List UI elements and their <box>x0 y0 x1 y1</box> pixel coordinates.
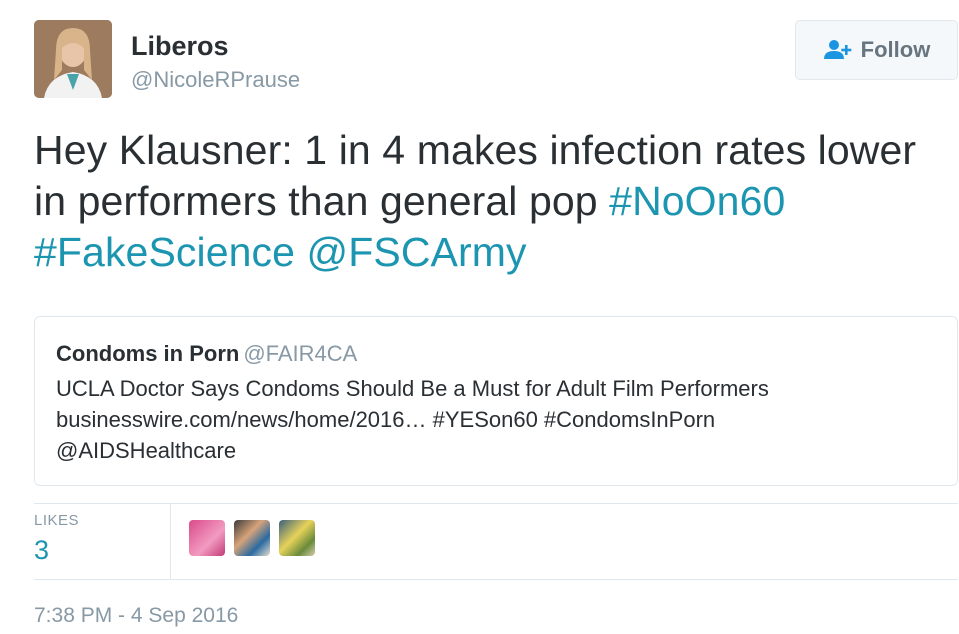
quoted-tweet-header: Condoms in Porn @FAIR4CA <box>56 339 937 369</box>
author-screen-name[interactable]: @NicoleRPrause <box>131 66 300 94</box>
stats-bottom-divider <box>34 579 958 580</box>
liker-avatar[interactable] <box>189 520 225 556</box>
quoted-text-line: businesswire.com/news/home/2016… #YESon6… <box>56 407 716 432</box>
likes-count[interactable]: 3 <box>34 535 79 566</box>
hashtag-link[interactable]: #FakeScience <box>34 229 295 275</box>
add-user-icon <box>823 39 853 61</box>
tweet-timestamp[interactable]: 7:38 PM - 4 Sep 2016 <box>34 602 238 630</box>
likes-stat[interactable]: LIKES 3 <box>34 512 79 566</box>
liker-avatar[interactable] <box>234 520 270 556</box>
follow-button-label: Follow <box>860 37 931 62</box>
follow-button[interactable]: Follow <box>795 20 958 80</box>
hashtag-link[interactable]: #NoOn60 <box>609 178 785 224</box>
quoted-text-line: @AIDSHealthcare <box>56 438 237 463</box>
quoted-text-line: UCLA Doctor Says Condoms Should Be a Mus… <box>56 376 769 401</box>
quoted-tweet[interactable]: Condoms in Porn @FAIR4CA UCLA Doctor Says… <box>34 316 958 486</box>
quoted-tweet-text: UCLA Doctor Says Condoms Should Be a Mus… <box>56 373 937 466</box>
quoted-author-handle: @FAIR4CA <box>243 341 358 366</box>
quoted-author-name: Condoms in Porn <box>56 341 240 366</box>
liker-avatars <box>189 520 315 556</box>
avatar-portrait <box>34 20 112 98</box>
likes-label: LIKES <box>34 512 80 529</box>
stats-vertical-divider <box>170 503 171 579</box>
author-display-name[interactable]: Liberos <box>131 30 229 62</box>
author-avatar[interactable] <box>34 20 112 98</box>
liker-avatar[interactable] <box>279 520 315 556</box>
mention-link[interactable]: @FSCArmy <box>307 229 527 275</box>
tweet-text: Hey Klausner: 1 in 4 makes infection rat… <box>34 125 959 278</box>
stats-top-divider <box>34 503 958 504</box>
